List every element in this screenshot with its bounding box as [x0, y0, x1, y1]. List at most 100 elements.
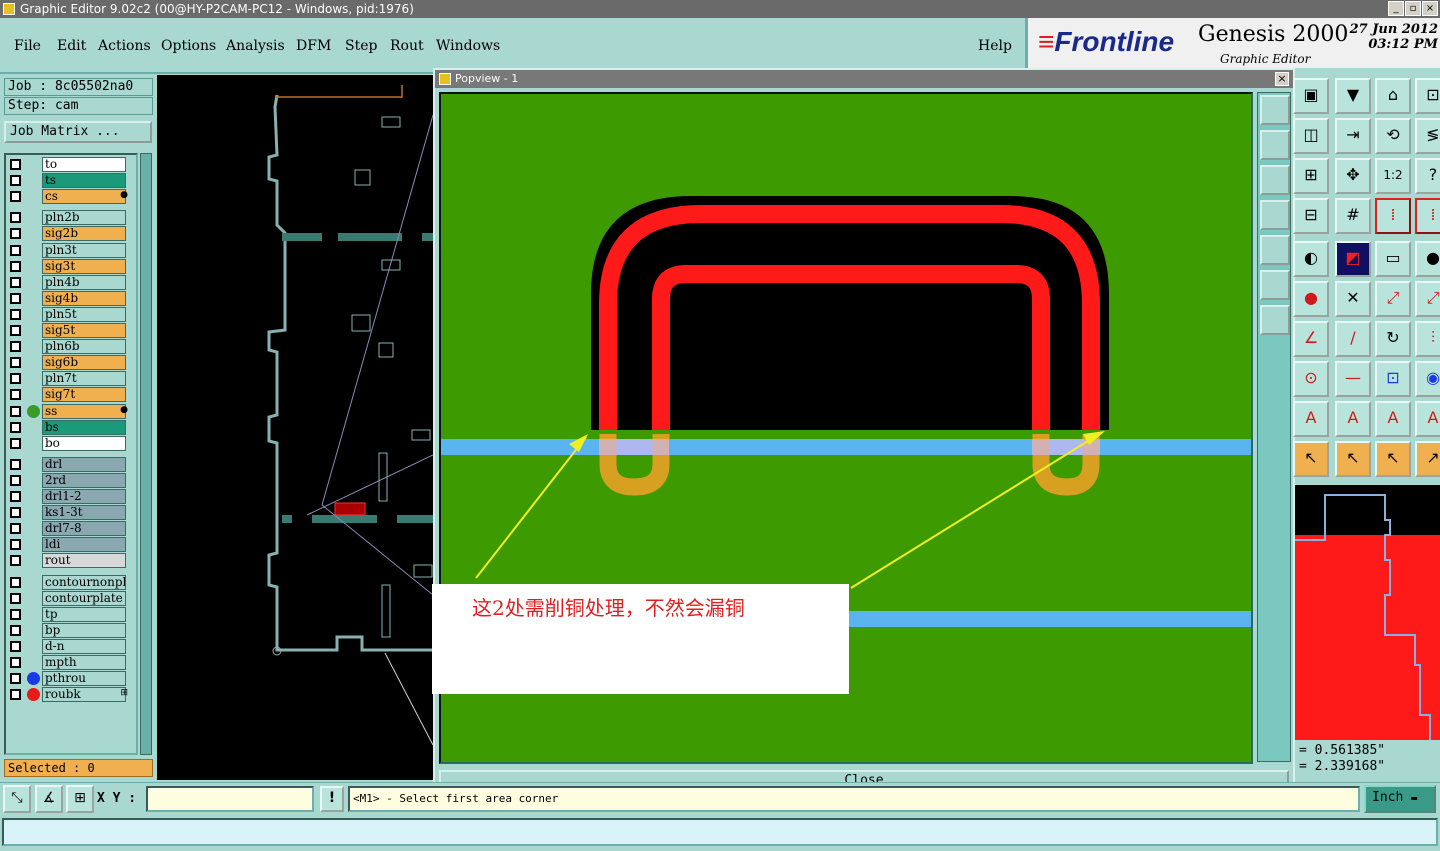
pointer-icon-4[interactable]: ↗	[1415, 441, 1440, 477]
layer-name[interactable]: ldi	[42, 537, 126, 553]
layer-checkbox[interactable]	[10, 159, 21, 170]
layer-row[interactable]: drl	[8, 456, 136, 472]
layer-row[interactable]: pln7t	[8, 371, 136, 387]
overview-map[interactable]	[1295, 485, 1440, 740]
tool-icon-1[interactable]: ▣	[1293, 78, 1329, 114]
layer-checkbox[interactable]	[10, 357, 21, 369]
layer-checkbox[interactable]	[10, 373, 21, 385]
maximize-button[interactable]: ▫	[1405, 1, 1421, 16]
layer-checkbox[interactable]	[10, 474, 21, 486]
layer-checkbox[interactable]	[10, 276, 21, 288]
layer-row[interactable]: 2rd	[8, 472, 136, 488]
ruler-icon[interactable]: ▭	[1375, 241, 1411, 277]
layer-name[interactable]: sig2b	[42, 226, 126, 242]
layer-row[interactable]: sig5t	[8, 323, 136, 338]
layer-row[interactable]: contourplate	[8, 590, 136, 606]
layer-name[interactable]: pln5t	[42, 306, 126, 322]
layer-row[interactable]: bs	[8, 419, 136, 435]
menu-step[interactable]: Step	[345, 38, 377, 54]
layer-list-scrollbar[interactable]	[140, 153, 152, 755]
layer-row[interactable]: pln3t	[8, 242, 136, 258]
tool-icon-28[interactable]: ⫶	[1415, 321, 1440, 357]
layer-checkbox[interactable]	[10, 576, 21, 588]
layer-checkbox[interactable]	[10, 341, 21, 353]
menu-file[interactable]: File	[14, 38, 41, 54]
warning-button[interactable]: !	[320, 786, 344, 812]
layer-row[interactable]: drl7-8	[8, 521, 136, 537]
layer-name[interactable]: drl1-2	[42, 489, 126, 504]
layer-checkbox[interactable]	[10, 689, 21, 701]
layer-name[interactable]: sig5t	[42, 323, 126, 338]
tool-icon-26[interactable]: /	[1335, 321, 1371, 357]
layer-checkbox[interactable]	[10, 657, 21, 668]
tool-icon-25[interactable]: ∠	[1293, 321, 1329, 357]
layer-row[interactable]: cs ●	[8, 189, 136, 205]
pointer-icon-2[interactable]: ↖	[1335, 441, 1371, 477]
layer-row[interactable]: drl1-2	[8, 489, 136, 504]
layer-checkbox[interactable]	[10, 523, 21, 535]
tool-icon-5[interactable]: ◫	[1293, 118, 1329, 154]
menu-analysis[interactable]: Analysis	[226, 38, 285, 54]
layer-checkbox[interactable]	[10, 555, 21, 567]
tool-icon-8[interactable]: ≶	[1415, 118, 1440, 154]
layer-name[interactable]: mpth	[42, 655, 126, 670]
layer-checkbox[interactable]	[10, 437, 21, 449]
tool-icon-6[interactable]: ⇥	[1335, 118, 1371, 154]
minimize-button[interactable]: _	[1388, 1, 1404, 16]
layer-row[interactable]: d-n	[8, 638, 136, 654]
close-window-button[interactable]: ×	[1422, 1, 1438, 16]
menu-windows[interactable]: Windows	[436, 38, 500, 54]
layer-name[interactable]: tp	[42, 606, 126, 622]
layer-name[interactable]: sig7t	[42, 387, 126, 403]
layer-checkbox[interactable]	[10, 624, 21, 636]
pan-up-icon[interactable]	[1260, 130, 1290, 160]
layer-name[interactable]: cs	[42, 189, 126, 205]
zoom-window-icon[interactable]	[1260, 95, 1290, 125]
xy-input[interactable]	[146, 786, 314, 812]
tool-icon-23[interactable]: ⤢	[1375, 281, 1411, 317]
layer-name[interactable]: to	[42, 157, 126, 172]
layer-checkbox[interactable]	[10, 212, 21, 224]
layer-name[interactable]: ss	[42, 403, 126, 419]
layer-name[interactable]: roubk	[42, 687, 126, 703]
menu-help[interactable]: Help	[978, 38, 1012, 54]
scale-icon[interactable]: 1:2	[1375, 158, 1411, 194]
tool-icon-7[interactable]: ⟲	[1375, 118, 1411, 154]
tool-icon-9[interactable]: ⊞	[1293, 158, 1329, 194]
layer-row[interactable]: pln4b	[8, 274, 136, 290]
tool-icon-15[interactable]: ⁞	[1375, 198, 1411, 234]
layer-row[interactable]: sig2b	[8, 226, 136, 242]
layer-name[interactable]: bo	[42, 435, 126, 451]
layer-checkbox[interactable]	[10, 325, 21, 336]
tool-icon-35[interactable]: A	[1375, 401, 1411, 437]
layer-row[interactable]: pln5t	[8, 306, 136, 322]
pan-left-icon[interactable]	[1260, 200, 1290, 230]
layer-name[interactable]: contournonpl	[42, 574, 126, 590]
layer-checkbox[interactable]	[10, 308, 21, 320]
layer-name[interactable]: pln6b	[42, 339, 126, 355]
layer-name[interactable]: drl	[42, 456, 126, 472]
tool-icon-2[interactable]: ▼	[1335, 78, 1371, 114]
layer-row[interactable]: pln2b	[8, 210, 136, 226]
menu-rout[interactable]: Rout	[390, 38, 424, 54]
layer-name[interactable]: contourplate	[42, 590, 126, 606]
tool-icon-21[interactable]: ●	[1293, 281, 1329, 317]
layer-row[interactable]: tp	[8, 606, 136, 622]
layer-name[interactable]: sig4b	[42, 290, 126, 306]
layer-checkbox[interactable]	[10, 260, 21, 272]
layer-name[interactable]: pln4b	[42, 274, 126, 290]
layer-checkbox[interactable]	[10, 175, 21, 187]
job-matrix-button[interactable]: Job Matrix ...	[4, 121, 152, 143]
home-icon[interactable]: ⌂	[1375, 78, 1411, 114]
move-icon[interactable]: ✥	[1335, 158, 1371, 194]
tool-icon-32[interactable]: ◉	[1415, 361, 1440, 397]
layer-row[interactable]: mpth	[8, 655, 136, 670]
layer-name[interactable]: pln3t	[42, 242, 126, 258]
pan-down-icon[interactable]	[1260, 165, 1290, 195]
tool-icon-33[interactable]: A	[1293, 401, 1329, 437]
tool-icon-29[interactable]: ⊙	[1293, 361, 1329, 397]
zoom-fit-icon[interactable]	[1260, 305, 1290, 335]
layer-name[interactable]: pln7t	[42, 371, 126, 387]
menu-actions[interactable]: Actions	[98, 38, 151, 54]
layer-name[interactable]: ts	[42, 173, 126, 189]
